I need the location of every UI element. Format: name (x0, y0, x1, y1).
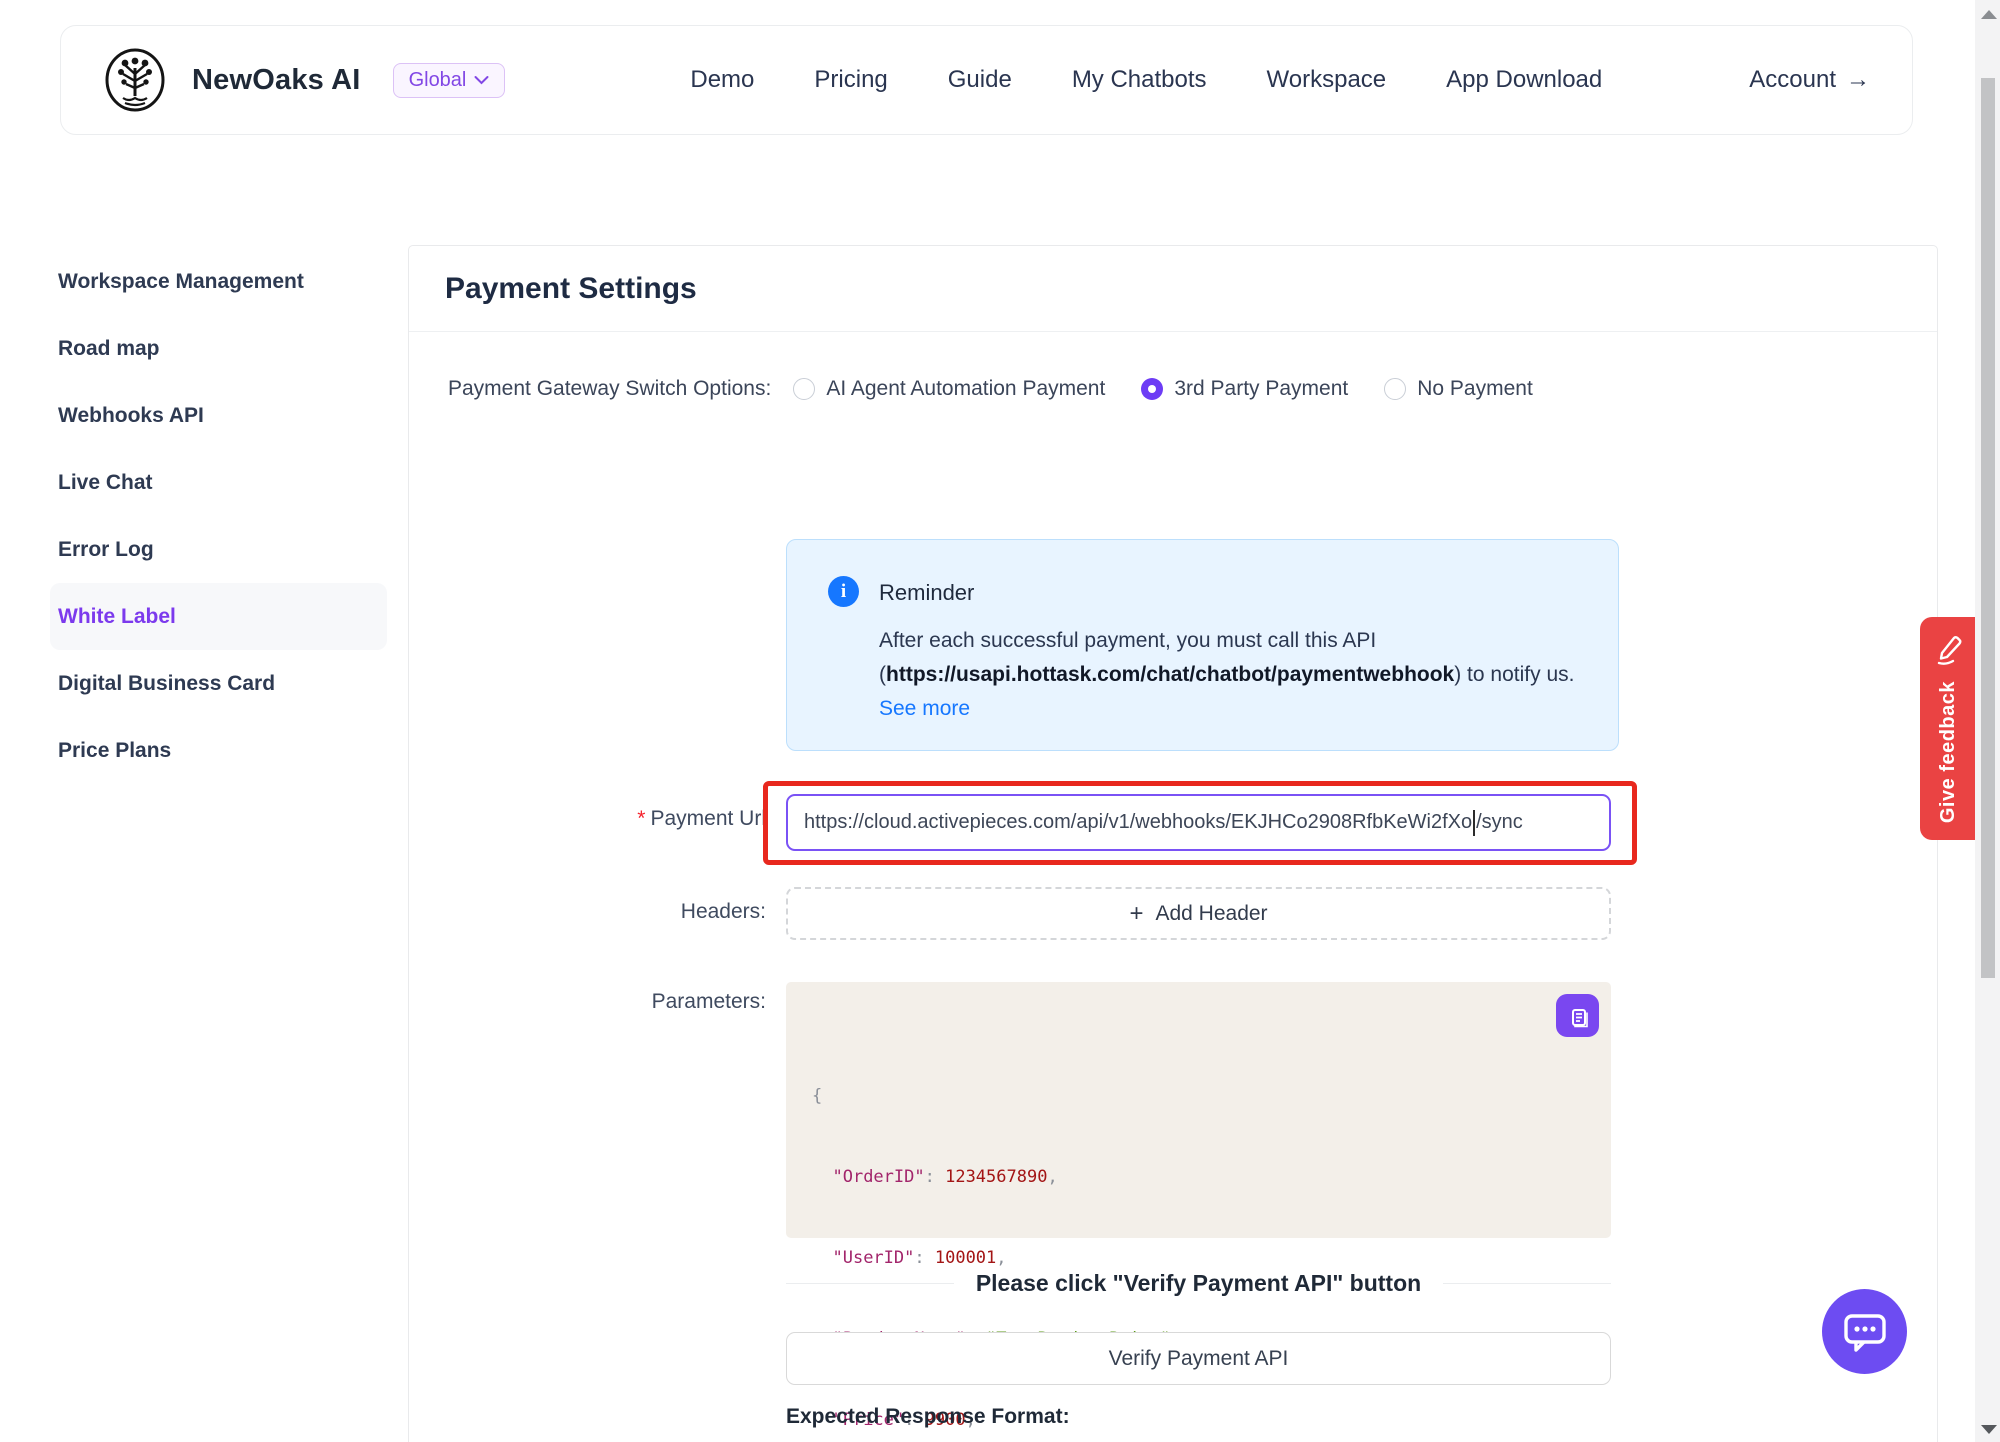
copy-icon[interactable] (1556, 994, 1599, 1037)
vertical-scrollbar[interactable] (1975, 0, 2000, 1442)
add-header-label: Add Header (1155, 902, 1267, 926)
sidebar-item-digital-business-card[interactable]: Digital Business Card (50, 650, 387, 717)
page-title: Payment Settings (445, 272, 697, 306)
code-line: "UserID": 100001, (812, 1245, 1585, 1272)
payment-url-value-suffix: /sync (1476, 811, 1523, 834)
radio-label: No Payment (1417, 377, 1533, 401)
expected-response-label: Expected Response Format: (786, 1405, 1070, 1429)
scrollbar-thumb[interactable] (1981, 78, 1995, 978)
account-button[interactable]: Account → (1749, 66, 1870, 94)
brand-name: NewOaks AI (192, 64, 361, 97)
radio-no-payment[interactable]: No Payment (1384, 377, 1533, 401)
reminder-alert: i Reminder After each successful payment… (786, 539, 1619, 751)
verify-instruction: Please click "Verify Payment API" button (976, 1270, 1421, 1297)
reminder-body: After each successful payment, you must … (879, 624, 1579, 726)
panel-header: Payment Settings (409, 246, 1937, 332)
region-selector[interactable]: Global (393, 63, 506, 98)
scroll-up-arrow-icon[interactable] (1981, 10, 1997, 19)
sidebar-item-workspace-management[interactable]: Workspace Management (50, 248, 387, 315)
newoaks-logo-icon (103, 48, 167, 112)
parameters-code-block: { "OrderID": 1234567890, "UserID": 10000… (786, 982, 1611, 1238)
payment-url-label: *Payment Url (409, 807, 766, 831)
gateway-switch-row: Payment Gateway Switch Options: AI Agent… (448, 377, 1569, 401)
app-screen: NewOaks AI Global Demo Pricing Guide My … (0, 0, 2000, 1442)
sidebar: Workspace Management Road map Webhooks A… (50, 248, 387, 784)
radio-unchecked-icon (793, 378, 815, 400)
radio-3rd-party-payment[interactable]: 3rd Party Payment (1141, 377, 1348, 401)
arrow-right-icon: → (1846, 66, 1870, 94)
sidebar-item-live-chat[interactable]: Live Chat (50, 449, 387, 516)
nav-guide[interactable]: Guide (948, 66, 1012, 94)
reminder-text-after: ) to notify us. (1454, 663, 1574, 686)
headers-label: Headers: (409, 900, 766, 924)
sidebar-item-error-log[interactable]: Error Log (50, 516, 387, 583)
radio-label: AI Agent Automation Payment (826, 377, 1105, 401)
reminder-api-url: https://usapi.hottask.com/chat/chatbot/p… (886, 663, 1454, 686)
reminder-title: Reminder (879, 580, 974, 606)
chat-bubble-icon (1842, 1310, 1888, 1354)
nav-pricing[interactable]: Pricing (814, 66, 887, 94)
nav-my-chatbots[interactable]: My Chatbots (1072, 66, 1207, 94)
gateway-switch-label: Payment Gateway Switch Options: (448, 377, 771, 401)
payment-url-input[interactable]: https://cloud.activepieces.com/api/v1/we… (786, 794, 1611, 851)
payment-url-value: https://cloud.activepieces.com/api/v1/we… (804, 811, 1472, 834)
code-line: "OrderID": 1234567890, (812, 1164, 1585, 1191)
payment-settings-panel: Payment Settings Payment Gateway Switch … (408, 245, 1938, 1442)
sidebar-item-white-label[interactable]: White Label (50, 583, 387, 650)
plus-icon: + (1129, 900, 1143, 928)
radio-unchecked-icon (1384, 378, 1406, 400)
nav-app-download[interactable]: App Download (1446, 66, 1602, 94)
region-label: Global (409, 69, 467, 92)
radio-checked-icon (1141, 378, 1163, 400)
required-asterisk: * (637, 807, 645, 830)
text-caret (1473, 810, 1475, 836)
radio-ai-agent-automation-payment[interactable]: AI Agent Automation Payment (793, 377, 1105, 401)
verify-divider: Please click "Verify Payment API" button (786, 1270, 1611, 1297)
give-feedback-tab[interactable]: Give feedback (1920, 617, 1977, 840)
account-label: Account (1749, 66, 1836, 94)
chat-widget-button[interactable] (1822, 1289, 1907, 1374)
code-line: { (812, 1083, 1585, 1110)
main-nav: Demo Pricing Guide My Chatbots Workspace… (690, 66, 1602, 94)
pencil-icon (1934, 633, 1964, 667)
nav-workspace[interactable]: Workspace (1267, 66, 1387, 94)
parameters-label: Parameters: (409, 990, 766, 1014)
chevron-down-icon (474, 75, 489, 85)
verify-payment-api-button[interactable]: Verify Payment API (786, 1332, 1611, 1385)
scroll-down-arrow-icon[interactable] (1981, 1425, 1997, 1434)
sidebar-item-webhooks-api[interactable]: Webhooks API (50, 382, 387, 449)
nav-demo[interactable]: Demo (690, 66, 754, 94)
sidebar-item-price-plans[interactable]: Price Plans (50, 717, 387, 784)
top-header: NewOaks AI Global Demo Pricing Guide My … (60, 25, 1913, 135)
sidebar-item-road-map[interactable]: Road map (50, 315, 387, 382)
give-feedback-label: Give feedback (1937, 681, 1960, 823)
radio-label: 3rd Party Payment (1174, 377, 1348, 401)
info-icon: i (828, 576, 859, 607)
add-header-button[interactable]: + Add Header (786, 887, 1611, 940)
see-more-link[interactable]: See more (879, 697, 970, 720)
